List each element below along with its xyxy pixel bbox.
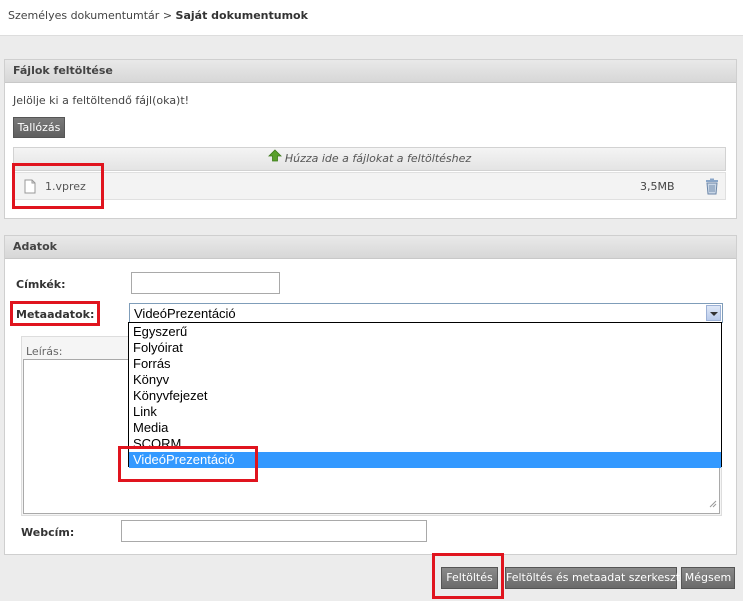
metadata-selected-value: VideóPrezentáció xyxy=(134,306,236,321)
data-panel-header: Adatok xyxy=(5,236,736,259)
browse-button[interactable]: Tallózás xyxy=(13,117,65,138)
metadata-option[interactable]: Media xyxy=(129,420,721,436)
breadcrumb-parent-link[interactable]: Személyes dokumentumtár xyxy=(8,9,159,22)
highlight-metadata-label xyxy=(10,301,100,326)
metadata-option[interactable]: Forrás xyxy=(129,356,721,372)
metadata-option[interactable]: Egyszerű xyxy=(129,324,721,340)
description-label: Leírás: xyxy=(26,345,63,358)
file-size: 3,5MB xyxy=(640,180,675,193)
highlight-file xyxy=(12,163,104,209)
highlight-selected-option xyxy=(118,446,258,482)
url-input[interactable] xyxy=(121,520,427,542)
dropzone-text: Húzza ide a fájlokat a feltöltéshez xyxy=(284,152,472,165)
breadcrumb-separator: > xyxy=(162,9,173,22)
upload-panel-header: Fájlok feltöltése xyxy=(5,60,736,83)
upload-arrow-icon xyxy=(267,148,282,170)
dropzone[interactable]: Húzza ide a fájlokat a feltöltéshez xyxy=(13,147,726,171)
resize-handle-icon[interactable] xyxy=(709,498,717,511)
upload-panel: Fájlok feltöltése Jelölje ki a feltölten… xyxy=(4,59,737,219)
metadata-option[interactable]: Könyv xyxy=(129,372,721,388)
metadata-option[interactable]: Folyóirat xyxy=(129,340,721,356)
file-row: 1.vprez 3,5MB xyxy=(13,172,726,200)
metadata-option[interactable]: Könyvfejezet xyxy=(129,388,721,404)
tags-label: Címkék: xyxy=(16,278,66,291)
metadata-select[interactable]: VideóPrezentáció xyxy=(129,303,723,323)
breadcrumb-current: Saját dokumentumok xyxy=(175,9,308,22)
chevron-down-icon[interactable] xyxy=(706,305,721,321)
tags-input[interactable] xyxy=(131,272,280,294)
breadcrumb: Személyes dokumentumtár > Saját dokument… xyxy=(0,0,743,36)
metadata-option[interactable]: Link xyxy=(129,404,721,420)
trash-icon[interactable] xyxy=(705,178,719,198)
highlight-upload-button xyxy=(432,553,504,599)
url-label: Webcím: xyxy=(21,526,75,539)
cancel-button[interactable]: Mégsem xyxy=(681,567,735,589)
upload-and-edit-metadata-button[interactable]: Feltöltés és metaadat szerkesztés xyxy=(505,567,693,589)
upload-instruction: Jelölje ki a feltöltendő fájl(oka)t! xyxy=(13,94,190,107)
